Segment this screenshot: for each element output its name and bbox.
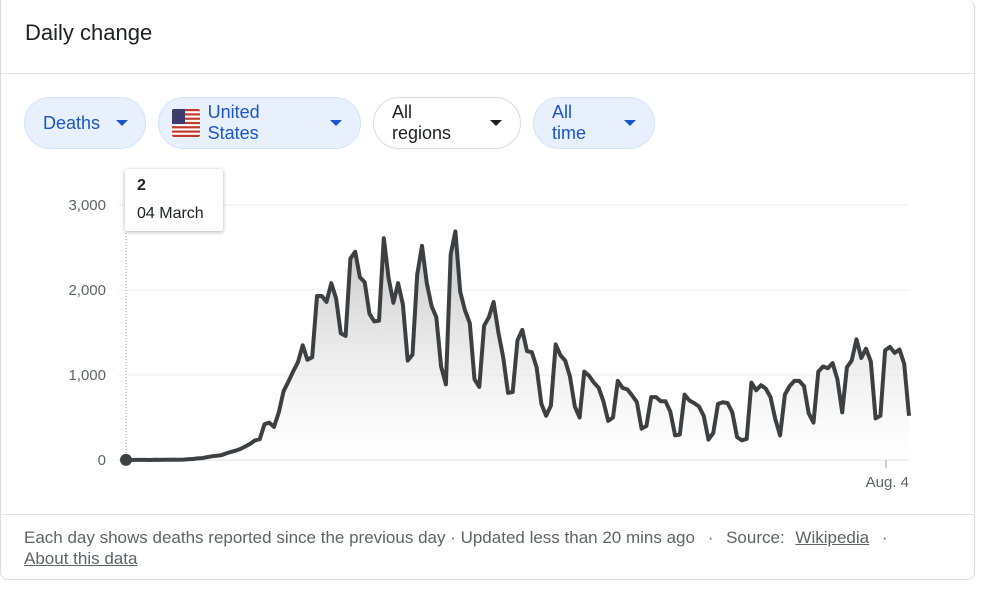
metric-dropdown[interactable]: Deaths <box>24 97 146 149</box>
card-title: Daily change <box>25 20 153 45</box>
time-range-dropdown-label: All time <box>552 102 587 143</box>
y-tick-label: 1,000 <box>68 367 106 384</box>
time-range-dropdown[interactable]: All time <box>533 97 655 149</box>
region-dropdown-label: All regions <box>392 102 452 143</box>
y-axis-ticks: 0 1,000 2,000 3,000 <box>68 197 106 469</box>
region-dropdown[interactable]: All regions <box>373 97 521 149</box>
y-tick-label: 3,000 <box>68 197 106 214</box>
y-tick-label: 0 <box>98 452 106 469</box>
card-header: Daily change <box>1 0 976 74</box>
tooltip-date: 04 March <box>137 205 204 222</box>
footer: Each day shows deaths reported since the… <box>24 527 944 569</box>
chevron-down-icon <box>624 120 636 126</box>
data-tooltip: 2 04 March <box>125 169 223 231</box>
footer-separator: · <box>881 528 888 547</box>
hover-point <box>120 453 132 466</box>
chevron-down-icon <box>116 120 129 126</box>
metric-dropdown-label: Deaths <box>43 112 101 133</box>
x-tick-label: Aug. 4 <box>866 474 909 491</box>
source-label: Source: <box>726 528 785 547</box>
footer-divider <box>0 514 975 515</box>
chevron-down-icon <box>330 120 342 126</box>
country-dropdown[interactable]: United States <box>158 97 361 149</box>
footer-separator: · <box>707 528 714 547</box>
source-link-wikipedia[interactable]: Wikipedia <box>795 528 869 547</box>
country-dropdown-label: United States <box>207 102 260 143</box>
y-tick-label: 2,000 <box>68 282 106 299</box>
us-flag-icon <box>172 109 200 137</box>
footer-description: Each day shows deaths reported since the… <box>24 528 695 547</box>
chevron-down-icon <box>490 120 502 126</box>
about-data-link[interactable]: About this data <box>24 549 137 568</box>
tooltip-value: 2 <box>137 177 146 194</box>
